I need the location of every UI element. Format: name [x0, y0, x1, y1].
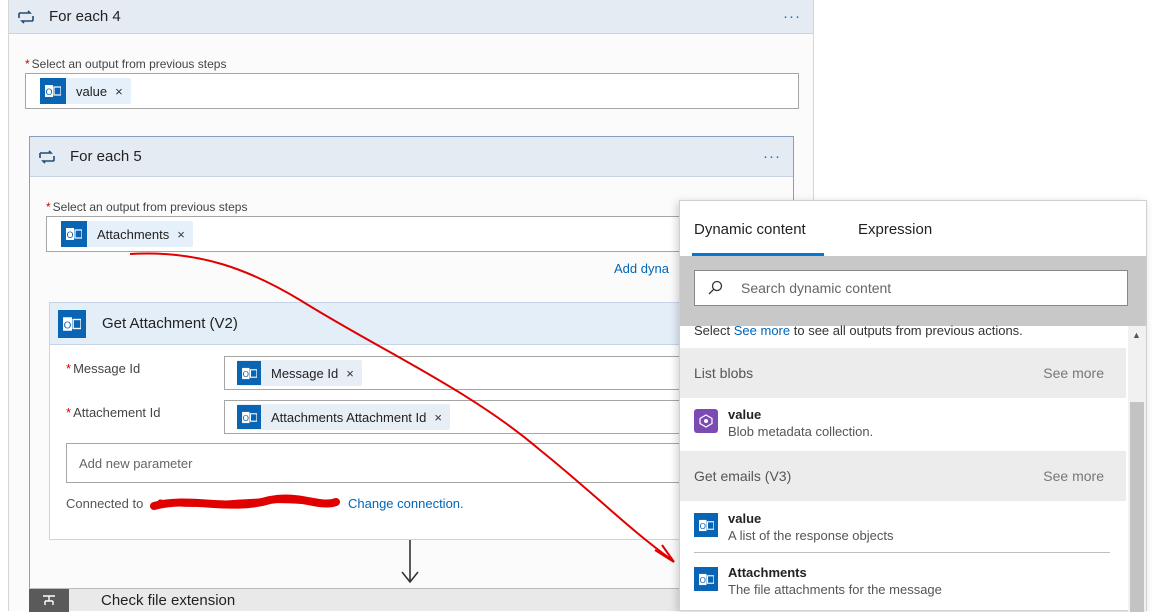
foreach-5-title: For each 5 — [70, 148, 142, 165]
see-more-hint: Select See more to see all outputs from … — [694, 323, 1023, 338]
token-value[interactable]: O value × — [40, 78, 131, 104]
foreach-4-select-label: * Select an output from previous steps — [25, 57, 227, 71]
section-list-blobs: List blobs See more — [680, 348, 1126, 398]
svg-text:O: O — [66, 231, 73, 241]
see-more-get-emails[interactable]: See more — [1043, 468, 1104, 484]
message-id-label: * Message Id — [66, 361, 141, 376]
outlook-icon: O — [694, 567, 718, 591]
token-attachments[interactable]: O Attachments × — [61, 221, 193, 247]
outlook-icon: O — [237, 405, 261, 429]
attachment-id-label: * Attachement Id — [66, 405, 161, 420]
search-area: Search dynamic content — [680, 256, 1146, 326]
remove-token-icon[interactable]: × — [115, 84, 123, 99]
more-options-icon[interactable]: ··· — [783, 8, 801, 25]
foreach-5-select-label: * Select an output from previous steps — [46, 200, 248, 214]
list-item[interactable]: O value A list of the response objects — [680, 511, 1126, 543]
token-attachment-id[interactable]: O Attachments Attachment Id × — [237, 404, 450, 430]
down-arrow-icon — [401, 540, 419, 584]
scrollbar-thumb[interactable] — [1130, 402, 1144, 612]
svg-text:O: O — [64, 320, 72, 331]
scroll-up-icon[interactable]: ▲ — [1132, 330, 1141, 340]
more-options-icon[interactable]: ··· — [763, 148, 781, 165]
svg-text:O: O — [699, 575, 706, 585]
see-more-link[interactable]: See more — [734, 323, 790, 338]
check-file-extension-title: Check file extension — [101, 591, 236, 609]
change-connection-link[interactable]: Change connection. — [348, 496, 464, 511]
foreach-4-header[interactable]: For each 4 ··· — [9, 0, 813, 34]
dynamic-panel-tabs: Dynamic content Expression — [680, 201, 1146, 256]
token-message-id[interactable]: O Message Id × — [237, 360, 362, 386]
get-attachment-title: Get Attachment (V2) — [102, 315, 238, 332]
section-get-emails: Get emails (V3) See more — [680, 451, 1126, 501]
connection-info: Connected to — [66, 496, 144, 511]
dynamic-content-panel: Dynamic content Expression Search dynami… — [679, 200, 1147, 612]
search-dynamic-input[interactable]: Search dynamic content — [694, 270, 1128, 306]
get-attachment-header[interactable]: O Get Attachment (V2) — [50, 303, 788, 345]
outlook-icon: O — [58, 309, 86, 338]
remove-token-icon[interactable]: × — [434, 410, 442, 425]
foreach-5-select-input[interactable]: O Attachments × — [46, 216, 786, 252]
outlook-icon: O — [237, 361, 261, 385]
remove-token-icon[interactable]: × — [346, 366, 354, 381]
tab-dynamic-content[interactable]: Dynamic content — [694, 221, 806, 238]
list-item[interactable]: value Blob metadata collection. — [680, 407, 1126, 439]
loop-icon — [30, 137, 64, 177]
foreach-4-title: For each 4 — [49, 8, 121, 25]
foreach-5-header[interactable]: For each 5 ··· — [30, 137, 793, 177]
tab-expression[interactable]: Expression — [858, 221, 932, 238]
svg-text:O: O — [242, 369, 249, 379]
outlook-icon: O — [694, 513, 718, 537]
svg-text:O: O — [242, 413, 249, 423]
see-more-list-blobs[interactable]: See more — [1043, 365, 1104, 381]
svg-text:O: O — [699, 521, 706, 531]
condition-icon — [29, 588, 69, 612]
blob-storage-icon — [694, 409, 718, 433]
scrollbar[interactable]: ▲ — [1128, 326, 1146, 612]
svg-text:O: O — [45, 88, 52, 98]
outlook-icon: O — [40, 78, 66, 104]
outlook-icon: O — [61, 221, 87, 247]
list-item[interactable]: O Attachments The file attachments for t… — [680, 565, 1126, 597]
search-icon — [708, 280, 723, 295]
remove-token-icon[interactable]: × — [177, 227, 185, 242]
item-divider — [694, 552, 1110, 553]
foreach-4-select-input[interactable]: O value × — [25, 73, 799, 109]
redaction-scribble — [150, 494, 340, 510]
loop-icon — [9, 0, 43, 34]
add-dynamic-content-link[interactable]: Add dyna — [614, 261, 669, 276]
